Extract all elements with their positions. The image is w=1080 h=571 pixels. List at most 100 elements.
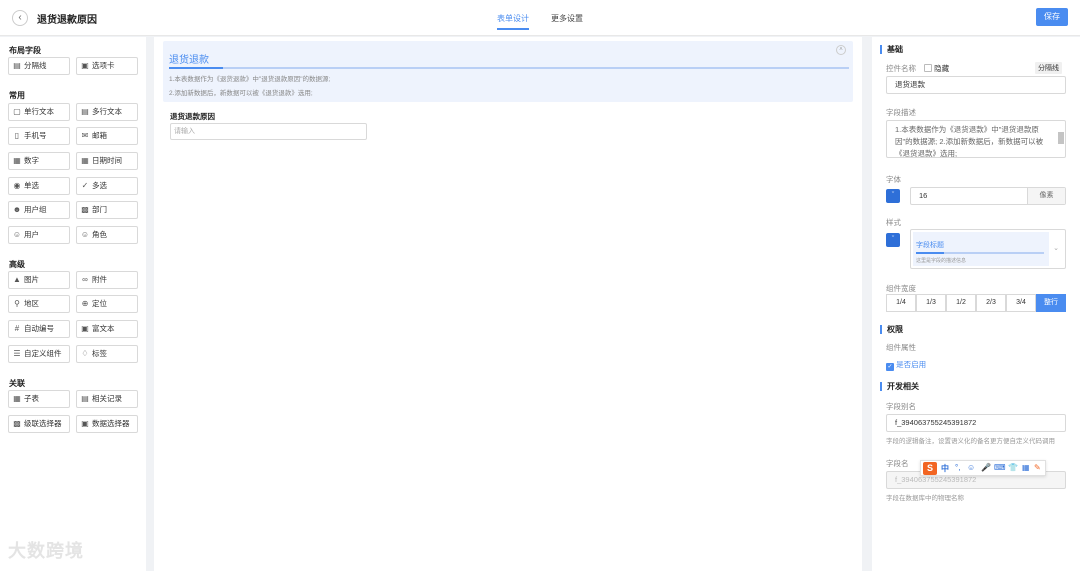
component-user[interactable]: ☺ 用户 [8,226,70,244]
component-custom[interactable]: ☰ 自定义组件 [8,345,70,363]
component-single-text[interactable]: ▢ 单行文本 [8,103,70,121]
phone-icon: ▯ [14,131,20,140]
font-size-input[interactable]: 16 像素 [910,187,1066,205]
component-user-group[interactable]: ☻ 用户组 [8,201,70,219]
font-color-picker[interactable]: ˇ [886,189,900,203]
width-option-2-3[interactable]: 2/3 [976,294,1006,312]
ime-tools-icon[interactable]: ✎ [1034,463,1041,472]
top-bar: ‹ 退货退款原因 表单设计 更多设置 保存 [0,0,1080,36]
width-option-3-4[interactable]: 3/4 [1006,294,1036,312]
component-sub-table[interactable]: ▦ 子表 [8,390,70,408]
width-option-full[interactable]: 整行 [1036,294,1066,312]
description-card[interactable]: 退货退款 1.本表数据作为《退货退款》中"退货退款原因"的数据源; 2.添加新数… [163,41,853,102]
field-desc-label: 字段描述 [886,108,916,117]
field-desc-textarea[interactable]: 1.本表数据作为《退货退款》中"退货退款原因"的数据源; 2.添加新数据后，新数… [886,120,1066,158]
style-preview-divider-accent [916,252,944,254]
component-divider[interactable]: ▤ 分隔线 [8,57,70,75]
style-preview: 字段标题 这里是字段的描述信息 [913,232,1049,266]
component-related-records[interactable]: ▤ 相关记录 [76,390,138,408]
component-radio[interactable]: ◉ 单选 [8,177,70,195]
tab-more-settings[interactable]: 更多设置 [551,13,583,24]
hide-toggle[interactable]: 隐藏 [924,63,949,74]
save-button[interactable]: 保存 [1036,8,1068,26]
back-icon[interactable]: ‹ [12,10,28,26]
component-location[interactable]: ⊕ 定位 [76,295,138,313]
width-option-1-2[interactable]: 1/2 [946,294,976,312]
component-datetime[interactable]: ▦ 日期时间 [76,152,138,170]
component-image[interactable]: ▲ 图片 [8,271,70,289]
alias-input[interactable]: f_394063755245391872 [886,414,1066,432]
component-department[interactable]: ▩ 部门 [76,201,138,219]
control-name-label: 控件名称 [886,64,916,73]
component-tabs[interactable]: ▣ 选项卡 [76,57,138,75]
department-icon: ▩ [81,205,89,214]
layers-icon: ☰ [13,349,21,358]
ime-apps-icon[interactable]: ▦ [1022,463,1030,472]
component-auto-number[interactable]: # 自动编号 [8,320,70,338]
component-phone[interactable]: ▯ 手机号 [8,127,70,145]
style-select[interactable]: 字段标题 这里是字段的描述信息 ⌄ [910,229,1066,269]
control-type-tag: 分隔线 [1035,62,1062,74]
ime-logo-icon[interactable]: S [923,462,937,475]
user-group-icon: ☻ [12,205,22,214]
component-checkbox[interactable]: ✓ 多选 [76,177,138,195]
field-desc-text: 1.本表数据作为《退货退款》中"退货退款原因"的数据源; 2.添加新数据后，新数… [895,125,1044,158]
radio-icon: ◉ [13,181,21,190]
image-icon: ▲ [13,275,21,284]
divider-icon: ▤ [13,61,21,70]
field-label: 退货退款原因 [170,112,215,121]
region-icon: ⚲ [14,299,20,308]
component-data-selector[interactable]: ▣ 数据选择器 [76,415,138,433]
component-role[interactable]: ☺ 角色 [76,226,138,244]
ime-keyboard-icon[interactable]: ⌨ [994,463,1006,472]
collapse-icon[interactable]: ˄ [836,45,846,55]
records-icon: ▤ [81,394,89,403]
active-tab-indicator [497,28,529,30]
hide-checkbox[interactable] [924,64,932,72]
component-attachment[interactable]: ∞ 附件 [76,271,138,289]
mail-icon: ✉ [81,131,89,140]
tab-icon: ▣ [81,61,89,70]
ime-emoji-icon[interactable]: ☺ [967,463,975,472]
textarea-scrollbar[interactable] [1057,124,1064,154]
scrollbar-thumb[interactable] [1058,132,1064,144]
form-canvas: 退货退款 1.本表数据作为《退货退款》中"退货退款原因"的数据源; 2.添加新数… [154,37,862,571]
watermark: 大数跨境 [8,541,84,561]
reason-input[interactable]: 请输入 [170,123,367,140]
text-icon: ▢ [13,107,21,116]
width-option-1-3[interactable]: 1/3 [916,294,946,312]
component-email[interactable]: ✉ 邮箱 [76,127,138,145]
style-preview-desc: 这里是字段的描述信息 [916,258,967,264]
calendar-icon: ▦ [81,156,89,165]
component-multi-text[interactable]: ▤ 多行文本 [76,103,138,121]
tab-form-design[interactable]: 表单设计 [497,13,529,24]
group-title-common: 常用 [9,91,25,100]
ime-punctuation-icon[interactable]: °, [955,463,960,472]
db-field-name-label: 字段名 [886,459,909,468]
ime-chinese-mode[interactable]: 中 [941,463,949,474]
enabled-toggle[interactable]: ✓ 是否启用 [886,359,926,371]
component-attr-label: 组件属性 [886,343,916,352]
component-tag[interactable]: ♢ 标签 [76,345,138,363]
width-label: 组件宽度 [886,284,916,293]
number-icon: ▦ [13,156,21,165]
component-number[interactable]: ▦ 数字 [8,152,70,170]
style-color-picker[interactable]: ˇ [886,233,900,247]
group-title-layout: 布局字段 [9,46,41,55]
ime-toolbar[interactable]: S 中 °, ☺ 🎤 ⌨ 👕 ▦ ✎ [920,460,1046,476]
ime-voice-icon[interactable]: 🎤 [981,463,991,472]
cascade-icon: ▩ [13,419,21,428]
control-name-input[interactable]: 退货退款 [886,76,1066,94]
location-icon: ⊕ [81,299,89,308]
enabled-checkbox[interactable]: ✓ [886,363,894,371]
section-dev-title: 开发相关 [880,382,919,391]
ime-skin-icon[interactable]: 👕 [1008,463,1018,472]
component-region[interactable]: ⚲ 地区 [8,295,70,313]
component-rich-text[interactable]: ▣ 富文本 [76,320,138,338]
group-title-advanced: 高级 [9,260,25,269]
style-label: 样式 [886,218,901,227]
component-cascade[interactable]: ▩ 级联选择器 [8,415,70,433]
description-line-2: 2.添加新数据后，新数据可以被《退货退款》选用; [169,90,313,97]
width-option-1-4[interactable]: 1/4 [886,294,916,312]
page-title: 退货退款原因 [37,15,97,26]
